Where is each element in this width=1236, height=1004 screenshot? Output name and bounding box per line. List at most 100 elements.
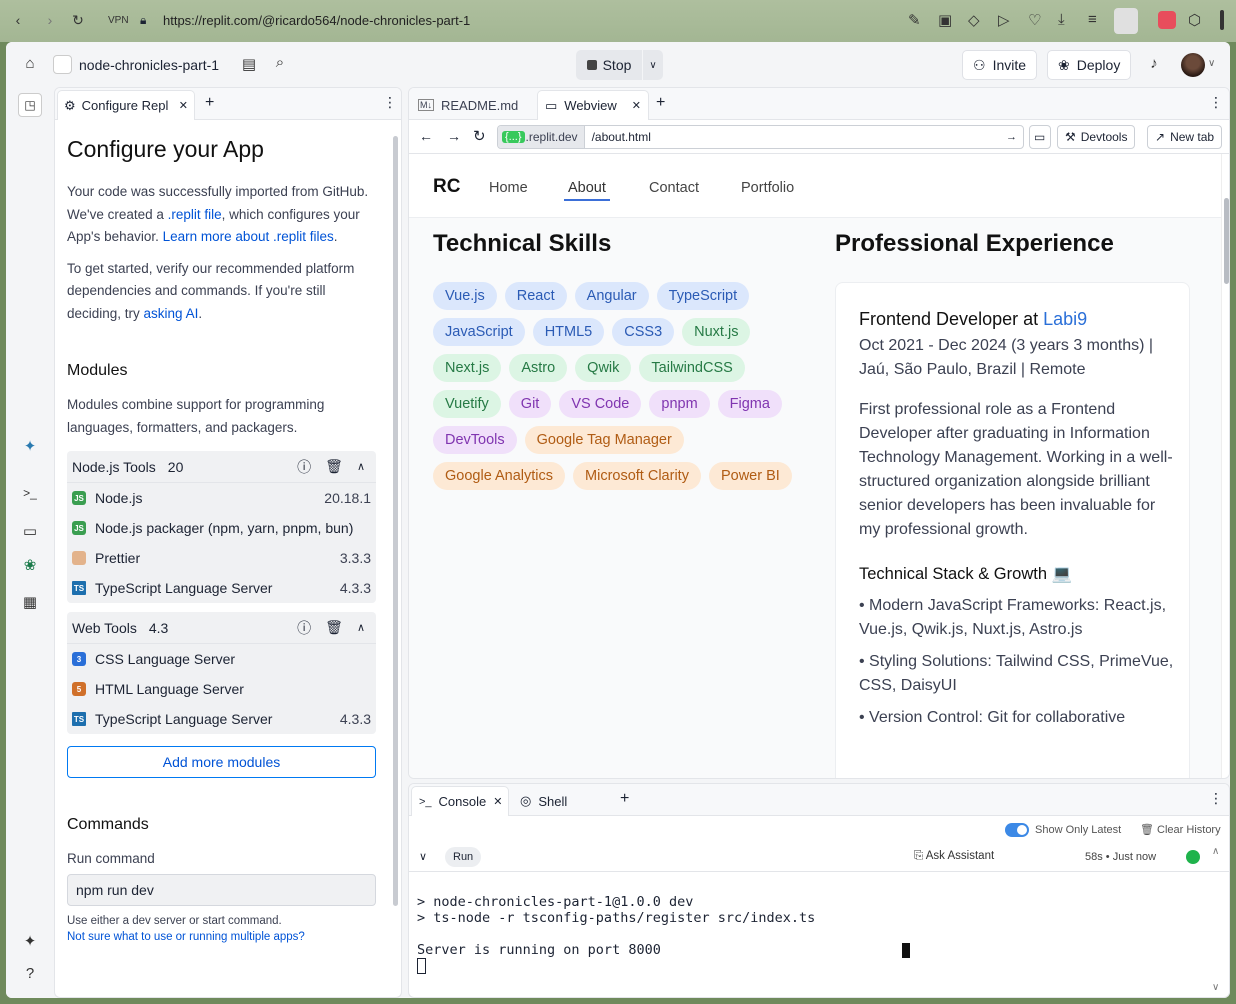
- reload-icon[interactable]: ↻: [68, 12, 88, 29]
- more-icon[interactable]: ⋮: [1209, 94, 1223, 111]
- tab-webview[interactable]: ▭ Webview ✕: [537, 90, 649, 120]
- heart-icon[interactable]: ♡: [1028, 11, 1041, 29]
- show-latest-toggle[interactable]: Show Only Latest: [1005, 823, 1121, 837]
- download-icon[interactable]: ⤓: [1058, 11, 1065, 28]
- clear-history-button[interactable]: 🗑︎ Clear History: [1140, 823, 1221, 836]
- reload-icon[interactable]: ↻: [473, 127, 486, 145]
- run-badge[interactable]: Run: [445, 847, 482, 867]
- back-icon[interactable]: ‹: [8, 12, 28, 28]
- deployments-icon[interactable]: ❀: [18, 556, 42, 580]
- nav-portfolio[interactable]: Portfolio: [741, 180, 794, 196]
- extension-icon[interactable]: [1158, 11, 1176, 29]
- stack-bullet: • Modern JavaScript Frameworks: React.js…: [859, 597, 1167, 638]
- console-icon[interactable]: >_: [18, 486, 42, 510]
- sidebar-toggle-icon[interactable]: [1220, 10, 1224, 30]
- new-tab-button[interactable]: ↗ New tab: [1147, 125, 1223, 149]
- address-bar[interactable]: https://replit.com/@ricardo564/node-chro…: [163, 13, 470, 28]
- grid-icon[interactable]: ▦: [18, 593, 42, 617]
- files-icon[interactable]: ◳: [18, 93, 42, 117]
- more-icon[interactable]: ⋮: [383, 94, 397, 111]
- nav-about[interactable]: About: [564, 180, 610, 201]
- new-tab-icon[interactable]: +: [656, 94, 665, 112]
- home-icon[interactable]: ⌂: [20, 55, 40, 75]
- devtools-button[interactable]: ⚒ Devtools: [1057, 125, 1136, 149]
- forward-icon[interactable]: ›: [40, 12, 60, 28]
- console-output[interactable]: > node-chronicles-part-1@1.0.0 dev > ts-n…: [417, 894, 815, 974]
- chevron-down-icon[interactable]: ∨: [1208, 58, 1215, 69]
- search-icon[interactable]: ⌕: [270, 54, 290, 74]
- webview-toolbar: ← → ↻ {...} .replit.dev /about.html → ▭ ⚒…: [409, 120, 1229, 154]
- repl-name[interactable]: node-chronicles-part-1: [79, 57, 219, 73]
- vpn-badge[interactable]: VPN: [108, 15, 129, 26]
- module-group-header[interactable]: Node.js Tools 20 ⓘ 🗑︎ ∧: [67, 451, 376, 483]
- webview-icon[interactable]: ▭: [18, 522, 42, 546]
- new-tab-icon[interactable]: +: [620, 790, 629, 808]
- scroll-down-icon[interactable]: ∨: [1212, 982, 1219, 993]
- trash-icon[interactable]: 🗑︎: [325, 619, 343, 636]
- replit-file-link[interactable]: .replit file: [168, 207, 222, 222]
- menu-icon[interactable]: ≡: [1088, 11, 1097, 28]
- stop-button[interactable]: Stop: [576, 50, 642, 80]
- camera-icon[interactable]: ▣: [938, 11, 952, 29]
- close-icon[interactable]: ✕: [493, 795, 502, 808]
- run-command-input[interactable]: npm run dev: [67, 874, 376, 906]
- agent-icon[interactable]: ✦: [18, 437, 42, 461]
- sparkle-icon[interactable]: ✦: [18, 932, 42, 956]
- database-icon[interactable]: ▤: [239, 55, 259, 75]
- chevron-down-icon[interactable]: ∨: [419, 850, 427, 863]
- webview-url-field[interactable]: {...} .replit.dev /about.html →: [497, 125, 1024, 149]
- close-icon[interactable]: ✕: [632, 99, 641, 112]
- site-logo[interactable]: RC: [433, 176, 460, 198]
- edit-icon[interactable]: ✎: [908, 11, 921, 29]
- typescript-icon: TS: [72, 581, 86, 595]
- shield-icon[interactable]: ◇: [968, 11, 980, 29]
- cube-icon[interactable]: ⬡: [1188, 11, 1201, 29]
- device-icon[interactable]: ▭: [1029, 125, 1051, 149]
- learn-more-link[interactable]: Learn more about .replit files: [163, 229, 334, 244]
- deploy-button[interactable]: ❀ Deploy: [1047, 50, 1132, 80]
- chevron-up-icon[interactable]: ∧: [357, 460, 365, 473]
- add-modules-button[interactable]: Add more modules: [67, 746, 376, 778]
- trash-icon[interactable]: 🗑︎: [325, 458, 343, 475]
- ask-assistant-button[interactable]: ⎘ Ask Assistant: [914, 850, 994, 863]
- tab-readme[interactable]: M↓ README.md: [411, 90, 525, 120]
- webview-scrollbar[interactable]: [1221, 154, 1229, 778]
- module-group-version: 20: [167, 458, 184, 475]
- avatar[interactable]: [1181, 53, 1205, 77]
- invite-button[interactable]: ⚇ Invite: [962, 50, 1038, 80]
- info-icon[interactable]: ⓘ: [297, 618, 311, 638]
- job-title: Frontend Developer at Labi9: [859, 309, 1179, 330]
- scroll-up-icon[interactable]: ∧: [1212, 846, 1219, 857]
- scroll-thumb[interactable]: [1224, 198, 1229, 284]
- nav-contact[interactable]: Contact: [649, 180, 699, 196]
- repl-icon[interactable]: [53, 55, 72, 74]
- skill-chip: JavaScript: [433, 318, 525, 346]
- chevron-up-icon[interactable]: ∧: [357, 621, 365, 634]
- console-tab-bar: >_ Console ✕ ◎ Shell + ⋮: [409, 784, 1229, 816]
- tab-shell[interactable]: ◎ Shell: [513, 786, 574, 816]
- hint-link[interactable]: Not sure what to use or running multiple…: [67, 931, 377, 943]
- module-name: Prettier: [95, 550, 141, 566]
- back-icon[interactable]: ←: [419, 128, 433, 144]
- deploy-icon: ❀: [1058, 56, 1070, 73]
- run-options-button[interactable]: ∨: [643, 50, 663, 80]
- tab-console[interactable]: >_ Console ✕: [411, 786, 509, 816]
- help-icon[interactable]: ?: [18, 965, 42, 989]
- info-icon[interactable]: ⓘ: [297, 457, 311, 477]
- module-group-header[interactable]: Web Tools 4.3 ⓘ 🗑︎ ∧: [67, 612, 376, 644]
- toggle-switch[interactable]: [1005, 823, 1029, 837]
- profile-icon[interactable]: [1114, 8, 1138, 34]
- close-icon[interactable]: ✕: [179, 99, 188, 112]
- forward-icon[interactable]: →: [447, 128, 461, 144]
- company-link[interactable]: Labi9: [1043, 309, 1087, 329]
- scrollbar[interactable]: [393, 136, 398, 906]
- nav-home[interactable]: Home: [489, 180, 528, 196]
- bell-icon[interactable]: ♪: [1144, 55, 1164, 75]
- asking-ai-link[interactable]: asking AI: [144, 306, 199, 321]
- more-icon[interactable]: ⋮: [1209, 790, 1223, 807]
- tab-configure-repl[interactable]: ⚙ Configure Repl ✕: [57, 90, 195, 120]
- new-tab-icon[interactable]: +: [205, 94, 214, 112]
- intro-text: Your code was successfully imported from…: [67, 181, 377, 249]
- play-icon[interactable]: ▷: [998, 11, 1010, 29]
- go-icon[interactable]: →: [1006, 131, 1017, 143]
